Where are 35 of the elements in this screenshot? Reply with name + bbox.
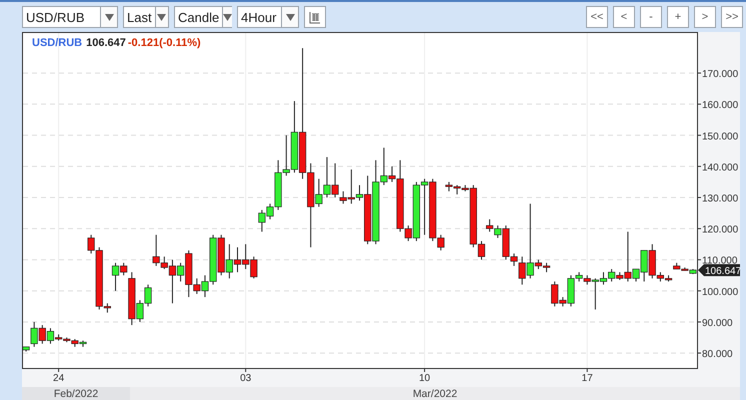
month-label: Feb/2022 bbox=[22, 387, 130, 400]
y-axis-label: 120.000 bbox=[702, 224, 738, 236]
y-axis-label: 90.000 bbox=[702, 318, 733, 329]
symbol-label: USD/RUB bbox=[32, 37, 82, 49]
y-axis-label: 130.000 bbox=[702, 194, 738, 204]
caret-icon bbox=[104, 14, 114, 20]
caret-icon bbox=[286, 14, 294, 20]
y-axis-label: 150.000 bbox=[702, 131, 738, 142]
x-axis-label: 10 bbox=[419, 373, 430, 382]
nav-button[interactable]: - bbox=[640, 6, 662, 28]
dropdown[interactable]: Candle bbox=[174, 6, 232, 28]
y-axis-label: 80.000 bbox=[702, 349, 733, 360]
x-axis-label: 03 bbox=[240, 373, 252, 382]
nav-button[interactable]: >> bbox=[721, 6, 743, 28]
nav-button[interactable]: > bbox=[694, 6, 716, 28]
y-axis-label: 170.000 bbox=[702, 69, 738, 80]
caret-icon bbox=[223, 14, 232, 20]
change-label: -0.121(-0.11%) bbox=[128, 37, 201, 49]
y-axis-label: 140.000 bbox=[702, 162, 738, 174]
price-label: 106.647 bbox=[86, 37, 126, 49]
nav-button[interactable]: + bbox=[667, 6, 689, 28]
caret-icon bbox=[157, 14, 166, 20]
table-button[interactable] bbox=[304, 6, 326, 28]
x-axis-label: 24 bbox=[53, 373, 64, 382]
y-axis-label: 100.000 bbox=[702, 286, 738, 298]
y-axis-label: 110.000 bbox=[702, 256, 738, 267]
month-label: Mar/2022 bbox=[130, 387, 740, 400]
y-axis-label: 160.000 bbox=[702, 100, 738, 112]
dropdown[interactable]: 4Hour bbox=[237, 6, 299, 28]
dropdown[interactable]: Last bbox=[123, 6, 169, 28]
nav-button[interactable]: << bbox=[586, 6, 608, 28]
nav-button[interactable]: < bbox=[613, 6, 635, 28]
x-axis-label: 17 bbox=[582, 373, 593, 382]
table-icon bbox=[309, 10, 321, 24]
dropdown[interactable]: USD/RUB bbox=[22, 6, 118, 28]
